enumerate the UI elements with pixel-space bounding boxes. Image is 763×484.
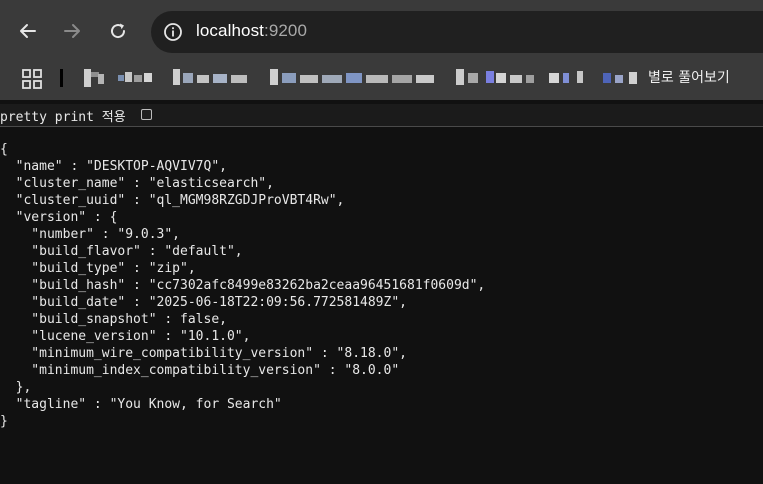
- address-bar[interactable]: localhost:9200: [151, 11, 763, 53]
- url-text[interactable]: localhost:9200: [196, 21, 307, 41]
- json-line: "cluster_uuid" : "ql_MGM98RZGDJProVBT4Rw…: [0, 193, 345, 208]
- json-line: "number" : "9.0.3",: [0, 227, 181, 242]
- json-line: "minimum_wire_compatibility_version" : "…: [0, 346, 407, 361]
- json-line: "build_snapshot" : false,: [0, 312, 227, 327]
- bookmarks-bar: 별로 풀어보기: [0, 58, 763, 100]
- url-port: :9200: [264, 21, 308, 40]
- bookmark-item-obscured[interactable]: [456, 69, 536, 87]
- json-line: "build_hash" : "cc7302afc8499e83262ba2ce…: [0, 278, 486, 293]
- json-line: "build_date" : "2025-06-18T22:09:56.7725…: [0, 295, 407, 310]
- apps-grid-icon[interactable]: [22, 69, 42, 89]
- pretty-print-bar: pretty print 적용: [0, 104, 763, 127]
- reload-icon: [111, 23, 126, 39]
- browser-toolbar: localhost:9200: [0, 0, 763, 58]
- json-response-body: { "name" : "DESKTOP-AQVIV7Q", "cluster_n…: [0, 141, 763, 481]
- url-host: localhost: [196, 21, 264, 40]
- arrow-right-icon: [64, 24, 80, 38]
- bookmark-item-obscured[interactable]: [173, 69, 249, 87]
- arrow-left-icon: [20, 24, 36, 38]
- bookmark-more-label[interactable]: 별로 풀어보기: [648, 67, 730, 87]
- bookmarks-divider: [60, 69, 63, 87]
- json-line: "version" : {: [0, 210, 118, 225]
- bookmark-item-obscured[interactable]: [549, 69, 645, 87]
- pretty-print-checkbox[interactable]: [141, 109, 152, 120]
- json-line: }: [0, 414, 8, 429]
- reload-button[interactable]: [104, 17, 132, 45]
- bookmark-item-obscured[interactable]: [270, 69, 436, 87]
- bookmark-item-obscured[interactable]: [118, 69, 154, 87]
- forward-button[interactable]: [58, 17, 86, 45]
- json-line: },: [0, 380, 32, 395]
- json-line: "cluster_name" : "elasticsearch",: [0, 176, 274, 191]
- json-line: "lucene_version" : "10.1.0",: [0, 329, 251, 344]
- pretty-print-label: pretty print 적용: [0, 110, 126, 125]
- json-line: "build_flavor" : "default",: [0, 244, 243, 259]
- bookmark-item-obscured[interactable]: [84, 69, 106, 87]
- json-line: "build_type" : "zip",: [0, 261, 196, 276]
- info-icon[interactable]: [163, 22, 183, 42]
- json-line: {: [0, 142, 8, 157]
- json-line: "minimum_index_compatibility_version" : …: [0, 363, 400, 378]
- browser-window: localhost:9200 별로 풀어보기 pretty print 적용 {…: [0, 0, 763, 484]
- json-line: "tagline" : "You Know, for Search": [0, 397, 282, 412]
- back-button[interactable]: [14, 17, 42, 45]
- json-line: "name" : "DESKTOP-AQVIV7Q",: [0, 159, 227, 174]
